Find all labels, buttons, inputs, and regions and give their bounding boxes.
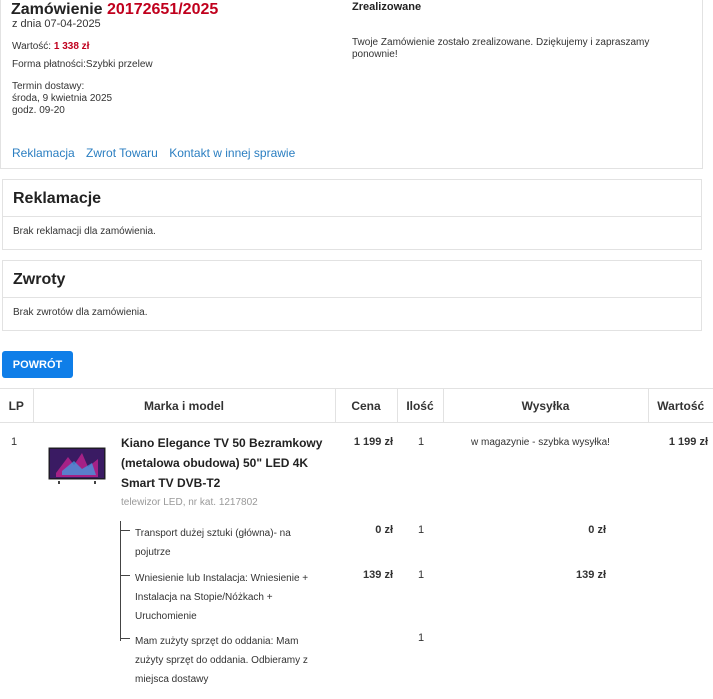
complaint-link[interactable]: Reklamacja <box>12 146 75 160</box>
order-summary: Zamówienie 20172651/2025 z dnia 07-04-20… <box>0 0 703 169</box>
header-price: Cena <box>335 388 398 423</box>
order-title: Zamówienie 20172651/2025 <box>11 1 218 19</box>
contact-link[interactable]: Kontakt w innej sprawie <box>169 146 295 160</box>
product-lp: 1 <box>11 436 18 448</box>
product-price: 1 199 zł <box>353 436 393 448</box>
header-lp: LP <box>0 388 34 423</box>
order-title-prefix: Zamówienie <box>11 1 108 18</box>
delivery-hours: godz. 09-20 <box>12 105 65 116</box>
product-shipping: w magazynie - szybka wysyłka! <box>471 437 610 448</box>
order-number: 20172651/2025 <box>107 1 219 18</box>
service-name: Transport dużej sztuki (główna)- na poju… <box>135 528 291 558</box>
service-qty: 1 <box>418 524 425 536</box>
payment-method: Forma płatności:Szybki przelew <box>12 59 153 70</box>
service-total: 0 zł <box>588 524 606 536</box>
status-title: Zrealizowane <box>352 1 422 13</box>
service-price: 0 zł <box>375 524 393 536</box>
tree-branch <box>120 530 130 531</box>
service-name: Wniesienie lub Instalacja: Wniesienie + … <box>135 573 309 622</box>
return-link[interactable]: Zwrot Towaru <box>86 146 158 160</box>
product-total: 1 199 zł <box>668 436 708 448</box>
service-total: 139 zł <box>576 569 606 581</box>
status-text: Twoje Zamówienie zostało zrealizowane. D… <box>352 37 650 60</box>
order-value-amount: 1 338 zł <box>53 41 90 52</box>
order-value: Wartość: 1 338 zł <box>12 41 89 52</box>
order-links: Reklamacja Zwrot Towaru Kontakt w innej … <box>12 146 303 160</box>
service-price: 139 zł <box>363 569 393 581</box>
product-qty: 1 <box>418 436 425 448</box>
order-value-label: Wartość: <box>12 41 54 52</box>
order-date: z dnia 07-04-2025 <box>12 18 101 30</box>
complaints-panel: Reklamacje Brak reklamacji dla zamówieni… <box>2 179 702 250</box>
returns-title: Zwroty <box>3 261 701 298</box>
service-qty: 1 <box>418 632 425 644</box>
header-qty: Ilość <box>397 388 444 423</box>
header-total: Wartość <box>648 388 713 423</box>
back-button[interactable]: POWRÓT <box>2 351 73 378</box>
complaints-text: Brak reklamacji dla zamówienia. <box>13 226 156 237</box>
service-qty: 1 <box>418 569 425 581</box>
product-subtitle: telewizor LED, nr kat. 1217802 <box>121 497 258 508</box>
table-header-row: LP Marka i model Cena Ilość Wysyłka Wart… <box>0 388 713 423</box>
delivery-info: Termin dostawy: środa, 9 kwietnia 2025 g… <box>12 81 112 117</box>
service-tree-line <box>120 521 121 641</box>
header-shipping: Wysyłka <box>443 388 649 423</box>
returns-text: Brak zwrotów dla zamówienia. <box>13 307 148 318</box>
returns-panel: Zwroty Brak zwrotów dla zamówienia. <box>2 260 702 331</box>
items-table: LP Marka i model Cena Ilość Wysyłka Wart… <box>0 388 713 423</box>
delivery-label: Termin dostawy: <box>12 81 85 92</box>
complaints-title: Reklamacje <box>3 180 701 217</box>
tv-image-icon[interactable] <box>48 447 106 485</box>
delivery-date: środa, 9 kwietnia 2025 <box>12 93 113 104</box>
product-name[interactable]: Kiano Elegance TV 50 Bezramkowy (metalow… <box>121 433 331 493</box>
header-model: Marka i model <box>33 388 336 423</box>
tree-branch <box>120 638 130 639</box>
tree-branch <box>120 575 130 576</box>
service-name: Mam zużyty sprzęt do oddania: Mam zużyty… <box>135 636 308 685</box>
